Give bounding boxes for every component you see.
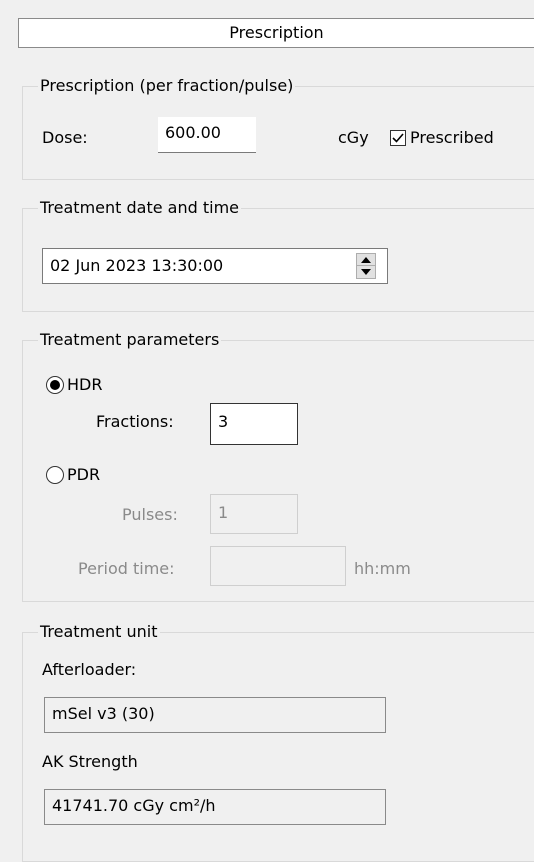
checkmark-icon: [392, 133, 404, 143]
radio-selected-dot: [50, 380, 60, 390]
pdr-label[interactable]: PDR: [67, 465, 100, 485]
ak-strength-field: 41741.70 cGy cm²/h: [44, 789, 386, 825]
pulses-input: 1: [210, 494, 298, 534]
arrow-up-icon: [361, 256, 371, 263]
fractions-input[interactable]: 3: [210, 403, 298, 445]
hdr-radio[interactable]: [46, 376, 64, 394]
treatment-date-group-title: Treatment date and time: [38, 198, 241, 218]
prescribed-label[interactable]: Prescribed: [410, 128, 494, 148]
prescription-group-title: Prescription (per fraction/pulse): [38, 76, 296, 96]
period-time-input: [210, 546, 346, 586]
dose-unit-label: cGy: [338, 128, 369, 147]
spin-down-button[interactable]: [357, 266, 375, 278]
spin-up-button[interactable]: [357, 254, 375, 266]
afterloader-label: Afterloader:: [42, 660, 137, 679]
afterloader-field: mSel v3 (30): [44, 697, 386, 733]
header-title: Prescription: [229, 23, 324, 42]
treatment-parameters-group-title: Treatment parameters: [38, 330, 222, 350]
dose-input[interactable]: 600.00: [158, 117, 256, 153]
period-unit-label: hh:mm: [354, 559, 411, 578]
arrow-down-icon: [361, 269, 371, 275]
pdr-radio[interactable]: [46, 466, 64, 484]
dose-label: Dose:: [42, 128, 88, 147]
prescribed-checkbox[interactable]: [390, 130, 406, 146]
fractions-label: Fractions:: [96, 412, 174, 431]
ak-strength-label: AK Strength: [42, 752, 138, 771]
hdr-label[interactable]: HDR: [67, 375, 102, 395]
pulses-label: Pulses:: [122, 505, 178, 524]
treatment-datetime-input[interactable]: 02 Jun 2023 13:30:00: [42, 248, 388, 284]
prescription-header: Prescription: [18, 18, 534, 48]
treatment-unit-group-title: Treatment unit: [38, 622, 160, 642]
period-time-label: Period time:: [78, 559, 175, 578]
datetime-spinner[interactable]: [356, 253, 376, 279]
